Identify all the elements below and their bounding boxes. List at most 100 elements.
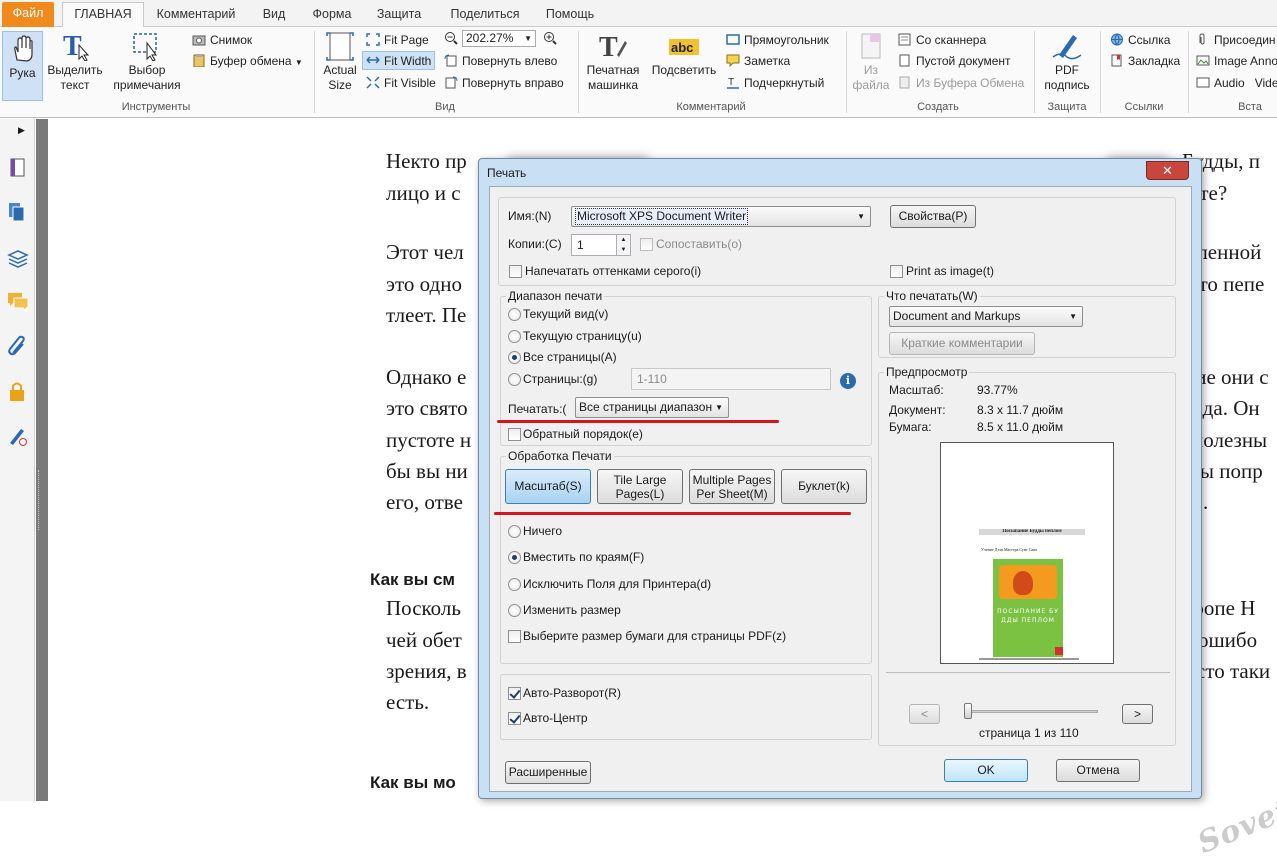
print-as-image-checkbox[interactable] <box>890 265 903 278</box>
scanner-icon <box>898 33 912 46</box>
scale-exclude-margins-radio[interactable] <box>508 578 521 591</box>
ribbon-tabbar: Файл ГЛАВНАЯ Комментарий Вид Форма Защит… <box>0 0 1277 28</box>
fit-visible-button[interactable]: Fit Visible <box>366 74 436 93</box>
what-to-print-select[interactable]: Document and Markups ▼ <box>889 306 1083 327</box>
pen-sign-icon <box>1051 31 1083 61</box>
pages-range-input[interactable]: 1-110 <box>631 368 831 390</box>
printer-select[interactable]: Microsoft XPS Document Writer ▼ <box>571 206 871 227</box>
preview-page-slider[interactable] <box>966 710 1098 713</box>
rotate-left-button[interactable]: Повернуть влево <box>444 52 557 71</box>
zoom-out-icon[interactable] <box>444 31 458 45</box>
tab-file[interactable]: Файл <box>2 2 54 27</box>
grayscale-checkbox[interactable] <box>509 265 522 278</box>
tab-multiple-pages[interactable]: Multiple Pages Per Sheet(M) <box>689 469 775 504</box>
note-button[interactable]: Заметка <box>726 52 790 71</box>
doc-line: сто таки <box>1196 659 1271 683</box>
attach-label: Присоедин <box>1214 33 1276 47</box>
reverse-order-checkbox[interactable] <box>508 428 521 441</box>
select-text-button[interactable]: T Выделить текст <box>46 31 104 93</box>
advanced-button[interactable]: Расширенные <box>505 761 591 784</box>
doc-line: тлеет. Пе <box>386 303 467 327</box>
expand-panel-icon[interactable]: ▶ <box>18 125 25 136</box>
scale-none-radio[interactable] <box>508 525 521 538</box>
range-pages-radio[interactable] <box>508 373 521 386</box>
image-annotation-button[interactable]: Image Anno <box>1196 52 1277 71</box>
tab-comment[interactable]: Комментарий <box>150 3 242 27</box>
underline-button[interactable]: T Подчеркнутый <box>726 74 824 93</box>
signature-icon[interactable] <box>7 425 27 446</box>
tab-share[interactable]: Поделиться <box>440 3 530 27</box>
ok-button[interactable]: OK <box>944 759 1028 782</box>
zoom-in-icon[interactable] <box>543 31 558 45</box>
tab-form[interactable]: Форма <box>304 3 360 27</box>
fit-page-label: Fit Page <box>384 33 429 47</box>
audio-video-button[interactable]: Audio Vide <box>1196 74 1277 93</box>
tab-view[interactable]: Вид <box>250 3 298 27</box>
attachments-icon[interactable] <box>7 335 27 356</box>
scale-fit-radio[interactable] <box>508 551 521 564</box>
range-current-view-radio[interactable] <box>508 308 521 321</box>
actual-size-button[interactable]: Actual Size <box>318 31 362 93</box>
summarize-comments-button[interactable]: Краткие комментарии <box>889 332 1035 355</box>
zoom-control[interactable]: 202.27% ▼ <box>444 30 561 49</box>
hand-tool-button[interactable]: Рука <box>2 31 43 101</box>
copies-input[interactable]: 1 <box>571 234 617 256</box>
cancel-button[interactable]: Отмена <box>1056 759 1140 782</box>
preview-slider-thumb[interactable] <box>964 703 972 719</box>
zoom-input[interactable]: 202.27% ▼ <box>462 30 536 47</box>
close-button[interactable]: ✕ <box>1146 161 1189 180</box>
tab-home[interactable]: ГЛАВНАЯ <box>62 2 144 28</box>
tab-protect[interactable]: Защита <box>366 3 432 27</box>
tab-tile-large-pages[interactable]: Tile Large Pages(L) <box>597 469 683 504</box>
watermark-logo: Sovet <box>1192 792 1277 861</box>
layers-icon[interactable] <box>7 247 29 268</box>
group-label-comment: Комментарий <box>676 101 746 113</box>
auto-center-checkbox[interactable] <box>508 712 521 725</box>
pages-icon[interactable] <box>7 157 27 177</box>
paper-size-checkbox[interactable] <box>508 630 521 643</box>
copies-spinner[interactable]: ▲ ▼ <box>616 234 631 256</box>
typewriter-button[interactable]: T Печатная машинка <box>582 31 644 93</box>
clipboard-button[interactable]: Буфер обмена ▼ <box>192 52 303 71</box>
tab-scale[interactable]: Масштаб(S) <box>505 469 591 504</box>
zoom-dropdown-icon[interactable]: ▼ <box>524 31 532 46</box>
fit-width-button[interactable]: Fit Width <box>362 51 436 70</box>
preview-next-button[interactable]: > <box>1122 704 1153 724</box>
from-file-button[interactable]: Из файла <box>850 31 892 93</box>
layers-copy-icon[interactable] <box>7 201 27 222</box>
snapshot-button[interactable]: Снимок <box>192 31 252 50</box>
pdf-sign-button[interactable]: PDF подпись <box>1038 31 1096 93</box>
highlight-button[interactable]: abc Подсветить <box>648 31 720 78</box>
lock-icon[interactable] <box>7 381 27 401</box>
from-scanner-button[interactable]: Со сканнера <box>898 31 986 50</box>
select-annotation-button[interactable]: Выбор примечания <box>108 31 186 93</box>
print-subset-label: Печатать:( <box>508 402 567 416</box>
properties-button[interactable]: Свойства(P) <box>890 205 976 228</box>
collate-checkbox[interactable] <box>640 238 653 251</box>
range-all-pages-radio[interactable] <box>508 351 521 364</box>
panel-splitter[interactable] <box>36 119 48 801</box>
preview-prev-button[interactable]: < <box>909 704 940 724</box>
info-icon[interactable]: i <box>840 373 856 389</box>
reverse-order-label: Обратный порядок(e) <box>523 427 643 441</box>
tab-booklet[interactable]: Буклет(k) <box>781 469 867 504</box>
paperclip-icon <box>1196 33 1210 46</box>
rectangle-button[interactable]: Прямоугольник <box>726 31 829 50</box>
auto-center-label: Авто-Центр <box>523 711 588 725</box>
blank-document-button[interactable]: Пустой документ <box>898 52 1011 71</box>
tab-help[interactable]: Помощь <box>536 3 604 27</box>
from-clipboard-button[interactable]: Из Буфера Обмена <box>898 74 1024 93</box>
print-subset-select[interactable]: Все страницы диапазон ▼ <box>575 397 729 418</box>
rotate-right-button[interactable]: Повернуть вправо <box>444 74 564 93</box>
attach-button[interactable]: Присоедин <box>1196 31 1276 50</box>
bookmark-button[interactable]: Закладка <box>1110 52 1180 71</box>
link-button[interactable]: Ссылка <box>1110 31 1170 50</box>
range-current-page-radio[interactable] <box>508 330 521 343</box>
scale-resize-radio[interactable] <box>508 604 521 617</box>
auto-rotate-checkbox[interactable] <box>508 687 521 700</box>
comments-icon[interactable] <box>7 291 29 313</box>
blank-page-icon <box>898 54 912 67</box>
fit-page-button[interactable]: Fit Page <box>366 31 429 50</box>
rectangle-icon <box>726 33 740 46</box>
highlight-label: Подсветить <box>651 63 717 77</box>
